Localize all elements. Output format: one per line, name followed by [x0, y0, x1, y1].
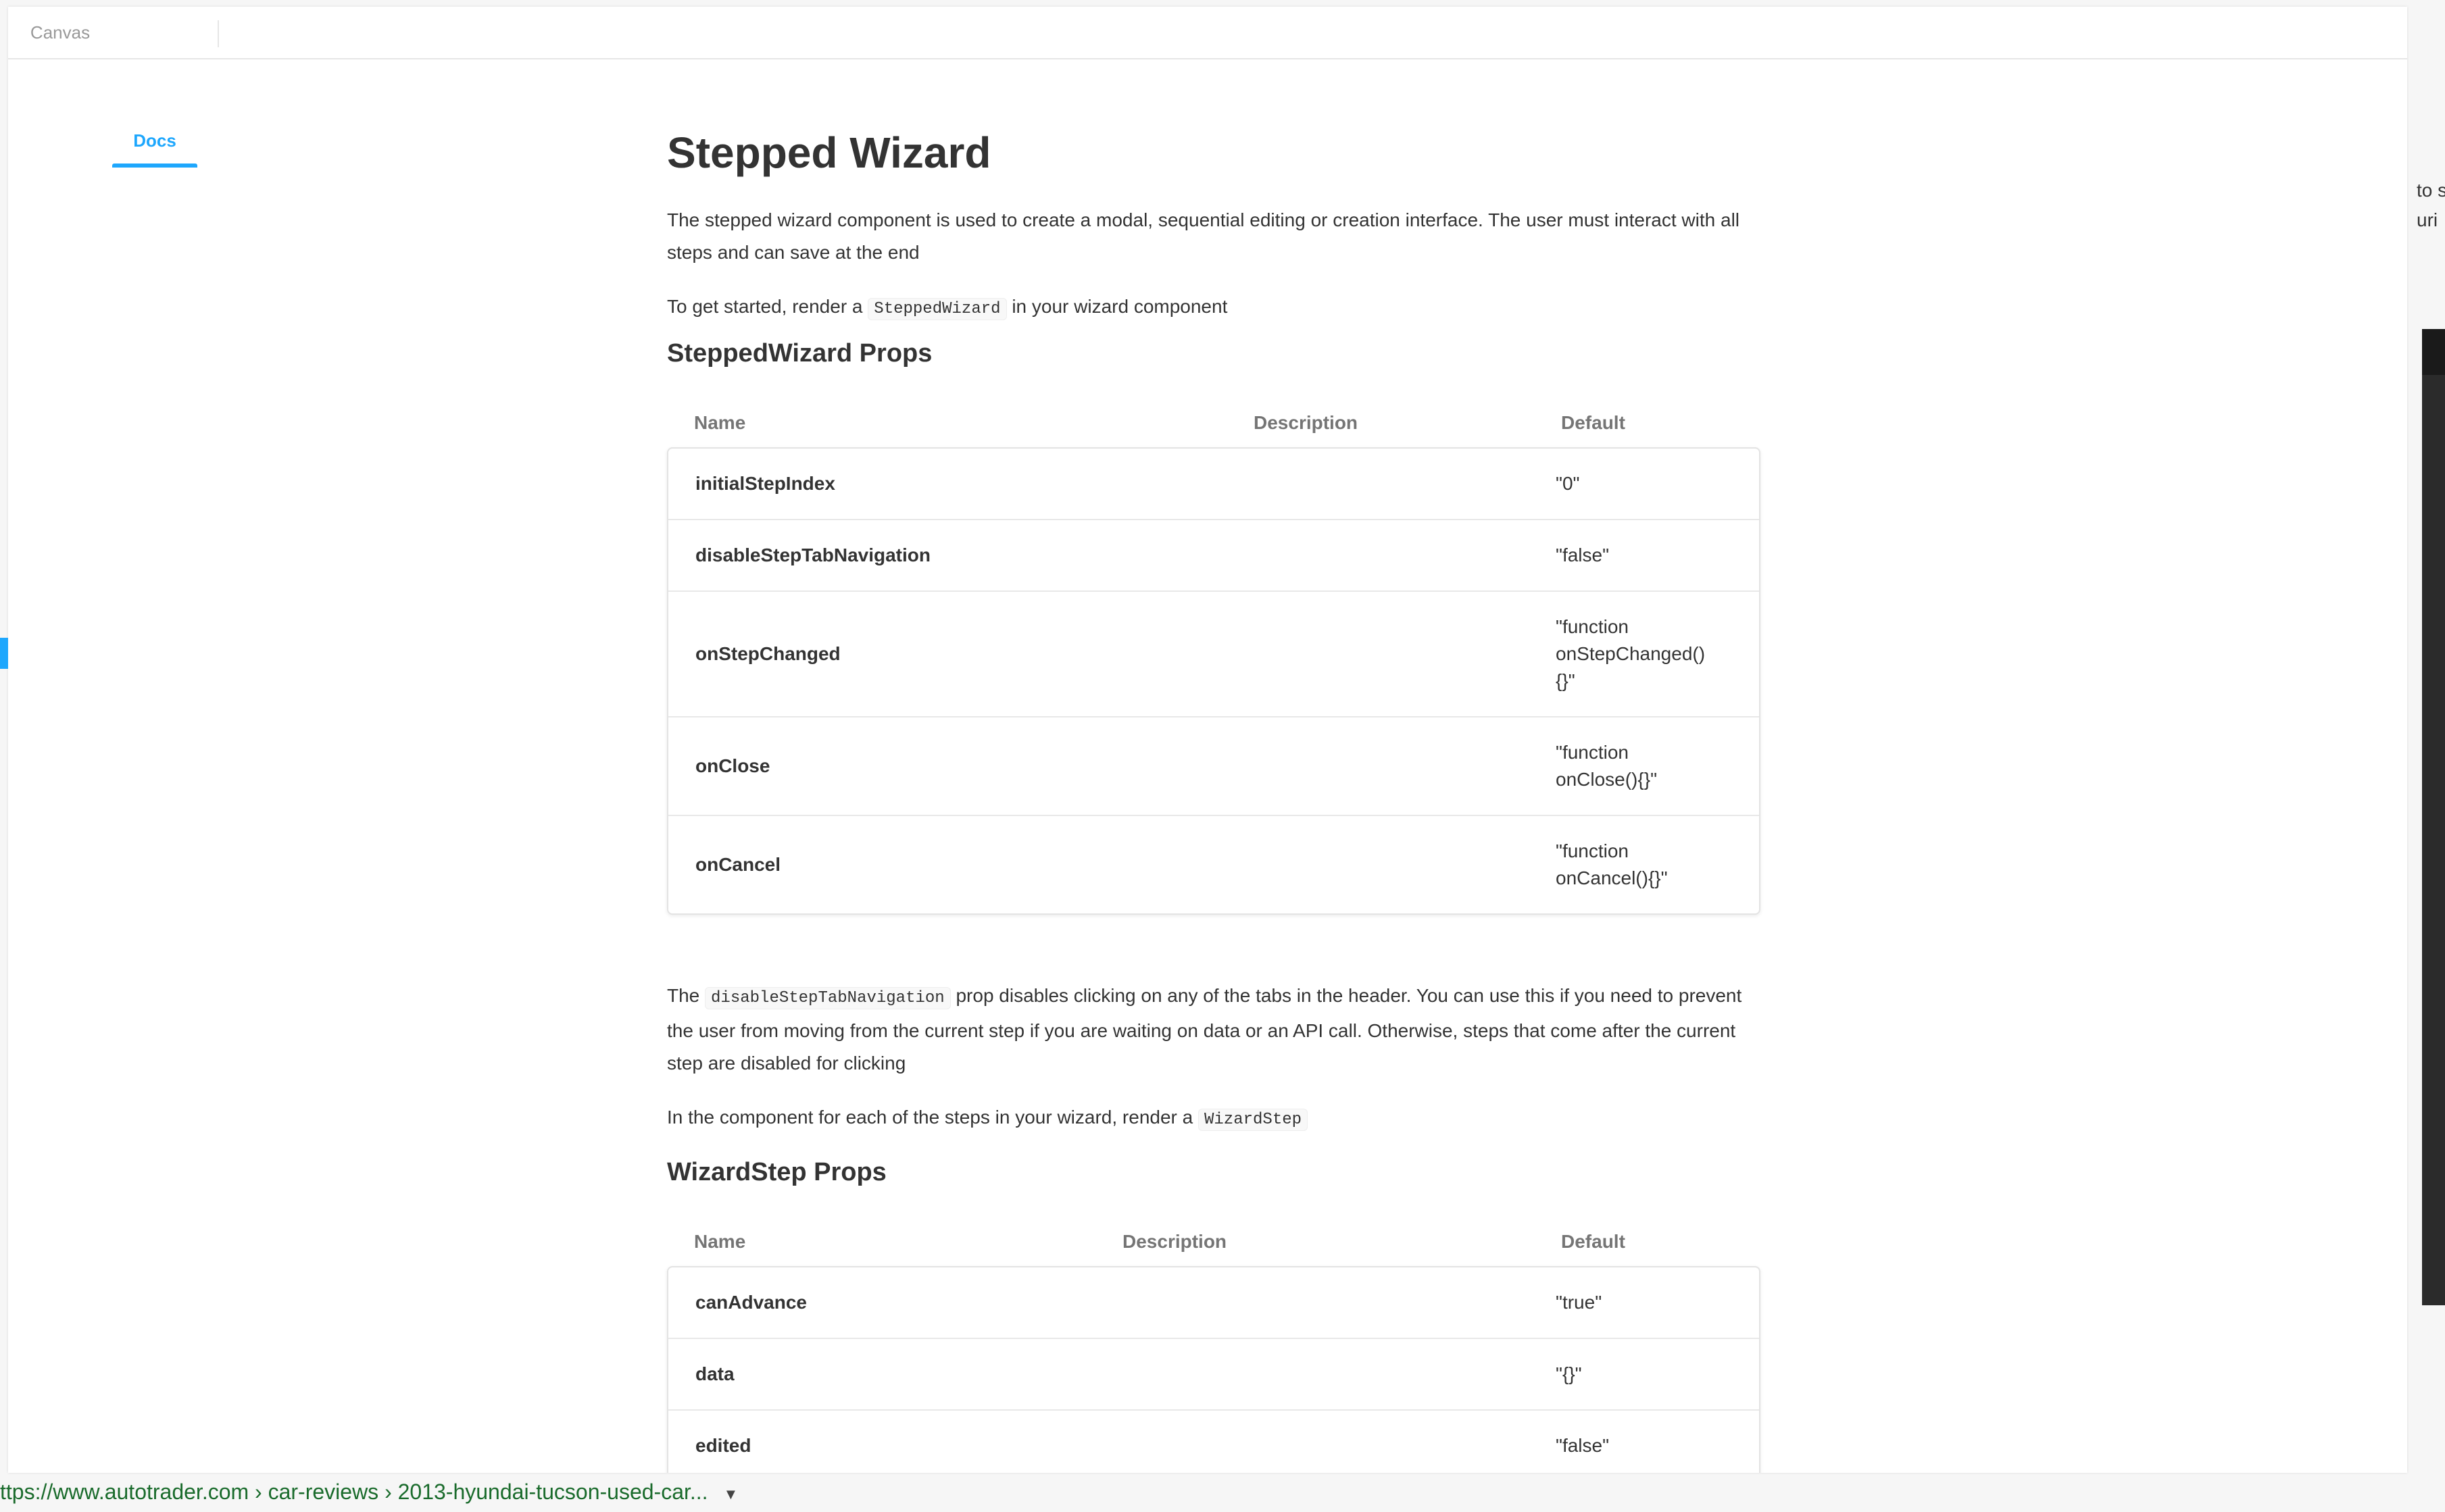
get-started-text-end: in your wizard component	[1012, 296, 1228, 317]
table-row: edited "false"	[668, 1409, 1759, 1473]
table-row: onClose "function onClose(){}"	[668, 716, 1759, 815]
page-title: Stepped Wizard	[667, 128, 991, 177]
prop-name: initialStepIndex	[695, 473, 835, 494]
column-header-name: Name	[694, 412, 746, 433]
storybook-frame: Canvas Docs Stepped Wizard The stepped w…	[8, 7, 2407, 1473]
table-row: disableStepTabNavigation "false"	[668, 519, 1759, 590]
column-header-description: Description	[1122, 1231, 1227, 1252]
wizard-step-props-table: Name Description Default canAdvance "tru…	[667, 1217, 1760, 1473]
column-header-description: Description	[1254, 412, 1358, 433]
prop-default: "0"	[1556, 473, 1580, 494]
prop-default: "{}"	[1556, 1363, 1582, 1384]
disable-navigation-paragraph: The disableStepTabNavigation prop disabl…	[667, 980, 1762, 1080]
stepped-wizard-props-table: Name Description Default initialStepInde…	[667, 399, 1760, 915]
tab-divider	[218, 20, 219, 47]
table-row: onCancel "function onCancel(){}"	[668, 815, 1759, 913]
tab-canvas[interactable]: Canvas	[19, 7, 101, 58]
get-started-paragraph: To get started, render a SteppedWizard i…	[667, 291, 1227, 326]
prop-default: "false"	[1556, 545, 1610, 565]
stepped-wizard-props-heading: SteppedWizard Props	[667, 339, 933, 368]
background-dark-panel-header	[2422, 329, 2445, 375]
stepped-wizard-code: SteppedWizard	[868, 298, 1007, 320]
column-header-name: Name	[694, 1231, 746, 1252]
prop-default: "false"	[1556, 1435, 1610, 1456]
prop-default: "true"	[1556, 1292, 1602, 1313]
prop-name: data	[695, 1363, 735, 1384]
table-row: onStepChanged "function onStepChanged() …	[668, 590, 1759, 716]
table-header: Name Description Default	[667, 1217, 1760, 1266]
prop-default: "function onClose(){}"	[1556, 742, 1658, 790]
tab-docs[interactable]: Docs	[112, 115, 197, 168]
prop-name: onCancel	[695, 854, 781, 875]
status-url-text: ttps://www.autotrader.com › car-reviews …	[0, 1480, 708, 1504]
intro-paragraph: The stepped wizard component is used to …	[667, 209, 1740, 263]
prop-name: canAdvance	[695, 1292, 807, 1313]
get-started-text: To get started, render a	[667, 296, 863, 317]
disable-step-tab-navigation-code: disableStepTabNavigation	[705, 987, 951, 1009]
table-row: initialStepIndex "0"	[668, 449, 1759, 519]
wizard-step-props-heading: WizardStep Props	[667, 1158, 887, 1186]
column-header-default: Default	[1561, 1231, 1625, 1252]
table-row: data "{}"	[668, 1338, 1759, 1409]
panel-resize-handle[interactable]	[0, 638, 8, 669]
status-bar-url: ttps://www.autotrader.com › car-reviews …	[0, 1477, 738, 1507]
table-header: Name Description Default	[667, 399, 1760, 447]
table-body: initialStepIndex "0" disableStepTabNavig…	[667, 447, 1760, 915]
column-header-default: Default	[1561, 412, 1625, 433]
wizard-step-text: In the component for each of the steps i…	[667, 1107, 1193, 1128]
prop-name: edited	[695, 1435, 751, 1456]
table-row: canAdvance "true"	[668, 1267, 1759, 1338]
caret-down-icon: ▼	[723, 1486, 739, 1503]
prop-name: onClose	[695, 755, 770, 776]
background-text-fragment: to s	[2417, 180, 2445, 201]
table-body: canAdvance "true" data "{}" edited "fals…	[667, 1266, 1760, 1473]
active-tab-indicator	[112, 163, 197, 168]
prop-default: "function onCancel(){}"	[1556, 840, 1668, 888]
tab-bar: Canvas Docs	[8, 7, 2407, 168]
tab-docs-label: Docs	[133, 130, 176, 151]
disable-note-text: The	[667, 985, 700, 1006]
background-dark-panel	[2422, 329, 2445, 1305]
wizard-step-code: WizardStep	[1198, 1109, 1308, 1131]
prop-default: "function onStepChanged() {}"	[1556, 616, 1706, 691]
prop-name: disableStepTabNavigation	[695, 545, 931, 565]
prop-name: onStepChanged	[695, 643, 841, 664]
wizard-step-paragraph: In the component for each of the steps i…	[667, 1101, 1308, 1136]
background-text-fragment: uri	[2417, 209, 2438, 230]
